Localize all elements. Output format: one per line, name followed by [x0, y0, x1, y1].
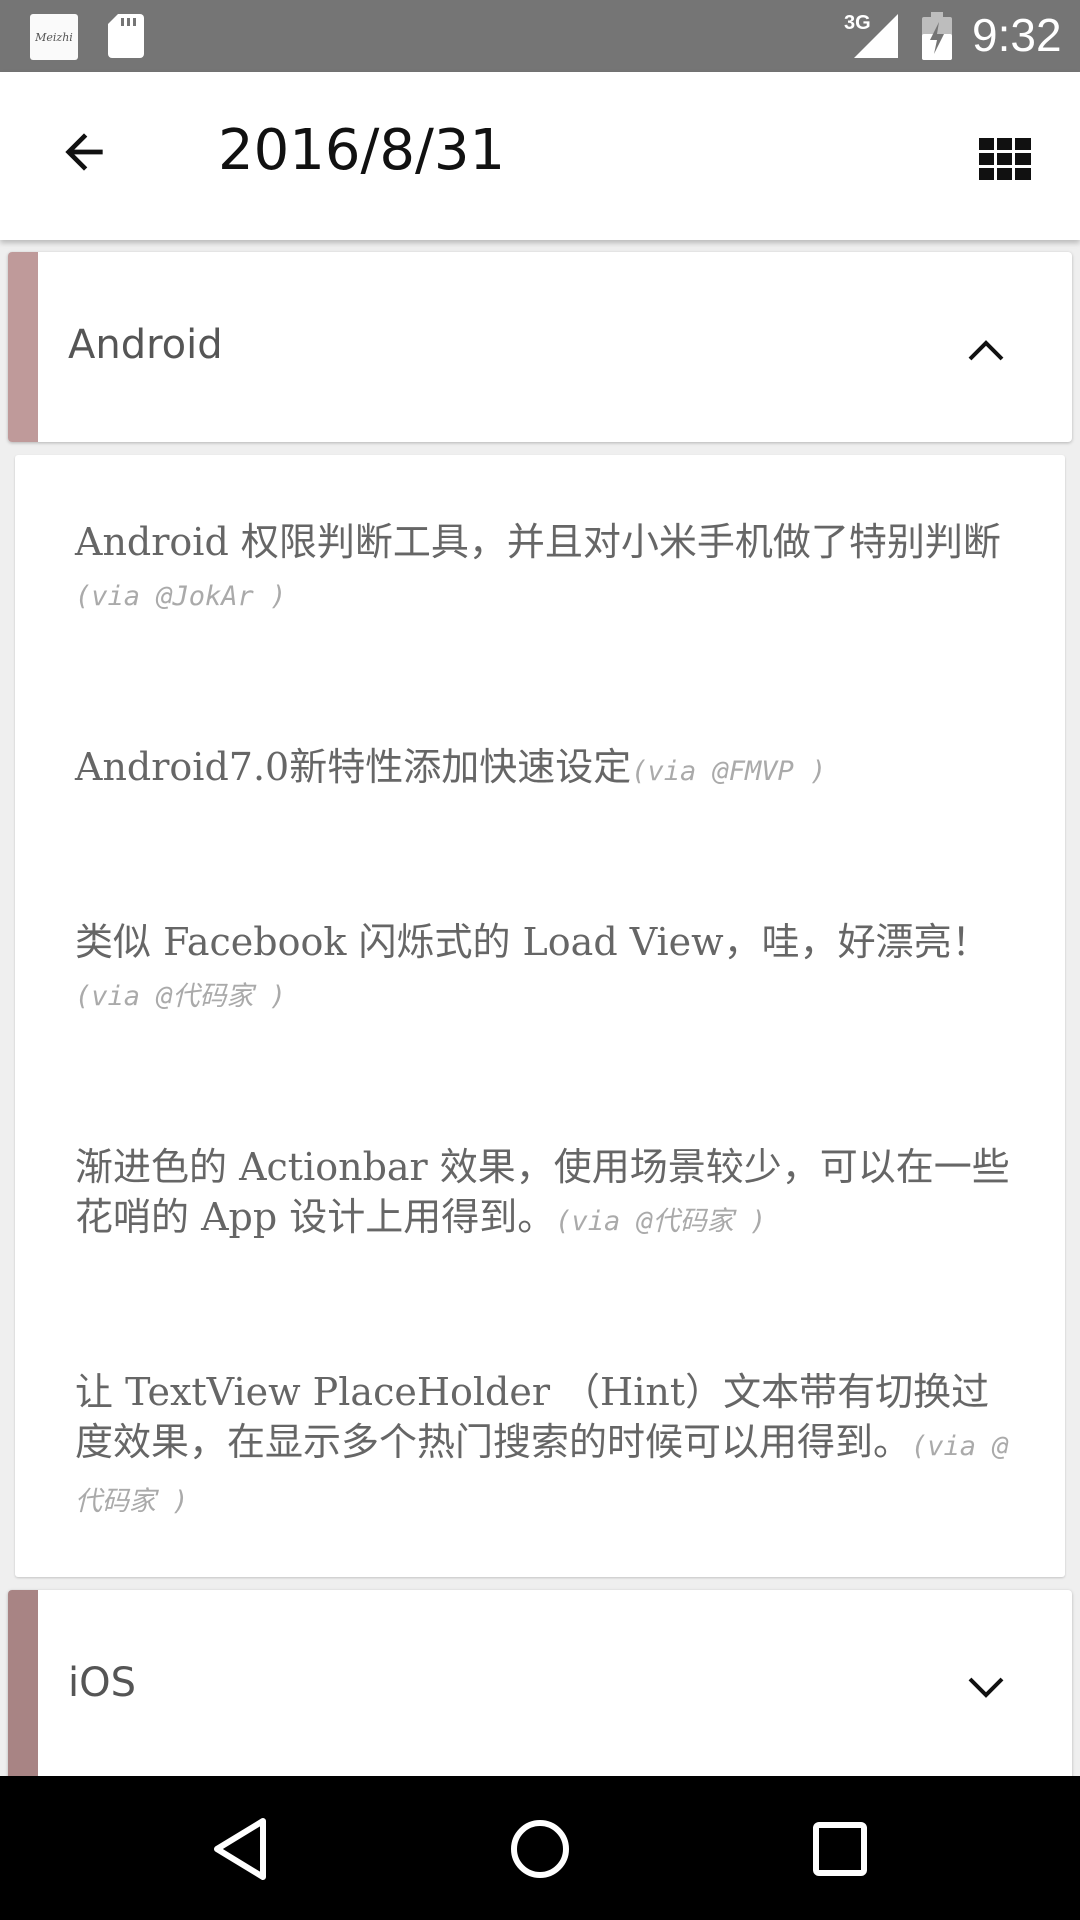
- category-header-android[interactable]: Android: [8, 252, 1072, 442]
- app-notification-icon: Meizhi: [30, 14, 78, 60]
- item-via: (via @JokAr ): [75, 581, 287, 612]
- sd-card-icon: [108, 14, 144, 58]
- list-item[interactable]: 让 TextView PlaceHolder （Hint）文本带有切换过度效果，…: [75, 1367, 1025, 1527]
- list-item[interactable]: Android7.0新特性添加快速设定(via @FMVP ): [75, 742, 1025, 797]
- network-type-label: 3G: [844, 12, 871, 34]
- item-text: 渐进色的 Actionbar 效果，使用场景较少，可以在一些花哨的 App 设计…: [75, 1145, 1010, 1239]
- item-text: 类似 Facebook 闪烁式的 Load View，哇，好漂亮！: [75, 920, 990, 964]
- category-color-stripe: [8, 1590, 38, 1780]
- app-bar: 2016/8/31: [0, 72, 1080, 240]
- item-text: 让 TextView PlaceHolder （Hint）文本带有切换过度效果，…: [75, 1370, 990, 1464]
- item-via: (via @FMVP ): [631, 756, 827, 787]
- collapse-button[interactable]: [956, 320, 1016, 380]
- back-button[interactable]: [44, 112, 124, 192]
- item-text: Android7.0新特性添加快速设定: [75, 745, 632, 789]
- battery-icon: [922, 12, 952, 60]
- category-header-ios[interactable]: iOS: [8, 1590, 1072, 1780]
- category-grid-button[interactable]: [970, 124, 1040, 194]
- nav-recents-button[interactable]: [795, 1804, 885, 1894]
- app-notification-icon-label: Meizhi: [35, 30, 73, 44]
- list-item[interactable]: 类似 Facebook 闪烁式的 Load View，哇，好漂亮！ (via @代…: [75, 917, 1025, 1022]
- expand-button[interactable]: [956, 1658, 1016, 1718]
- nav-recents-icon: [813, 1822, 867, 1876]
- list-item[interactable]: Android 权限判断工具，并且对小米手机做了特别判断 (via @JokAr …: [75, 517, 1025, 622]
- nav-back-icon: [214, 1818, 266, 1880]
- chevron-up-icon: [968, 340, 1004, 361]
- arrow-back-icon: [65, 133, 103, 171]
- item-via: (via @代码家 ): [555, 1206, 767, 1237]
- nav-back-button[interactable]: [196, 1804, 286, 1894]
- list-item[interactable]: 渐进色的 Actionbar 效果，使用场景较少，可以在一些花哨的 App 设计…: [75, 1142, 1025, 1247]
- nav-home-icon: [511, 1820, 569, 1878]
- category-label: Android: [68, 322, 223, 368]
- page-title: 2016/8/31: [218, 118, 506, 183]
- category-color-stripe: [8, 252, 38, 442]
- android-items-list: Android 权限判断工具，并且对小米手机做了特别判断 (via @JokAr …: [15, 455, 1065, 1577]
- system-nav-bar: [0, 1776, 1080, 1920]
- status-bar: Meizhi 3G 9:32: [0, 0, 1080, 72]
- chevron-down-icon: [968, 1677, 1004, 1698]
- grid-icon: [979, 138, 1031, 180]
- item-text: Android 权限判断工具，并且对小米手机做了特别判断: [75, 520, 1001, 564]
- nav-home-button[interactable]: [495, 1804, 585, 1894]
- item-via: (via @代码家 ): [75, 981, 287, 1012]
- category-label: iOS: [68, 1660, 136, 1706]
- status-time: 9:32: [972, 9, 1062, 61]
